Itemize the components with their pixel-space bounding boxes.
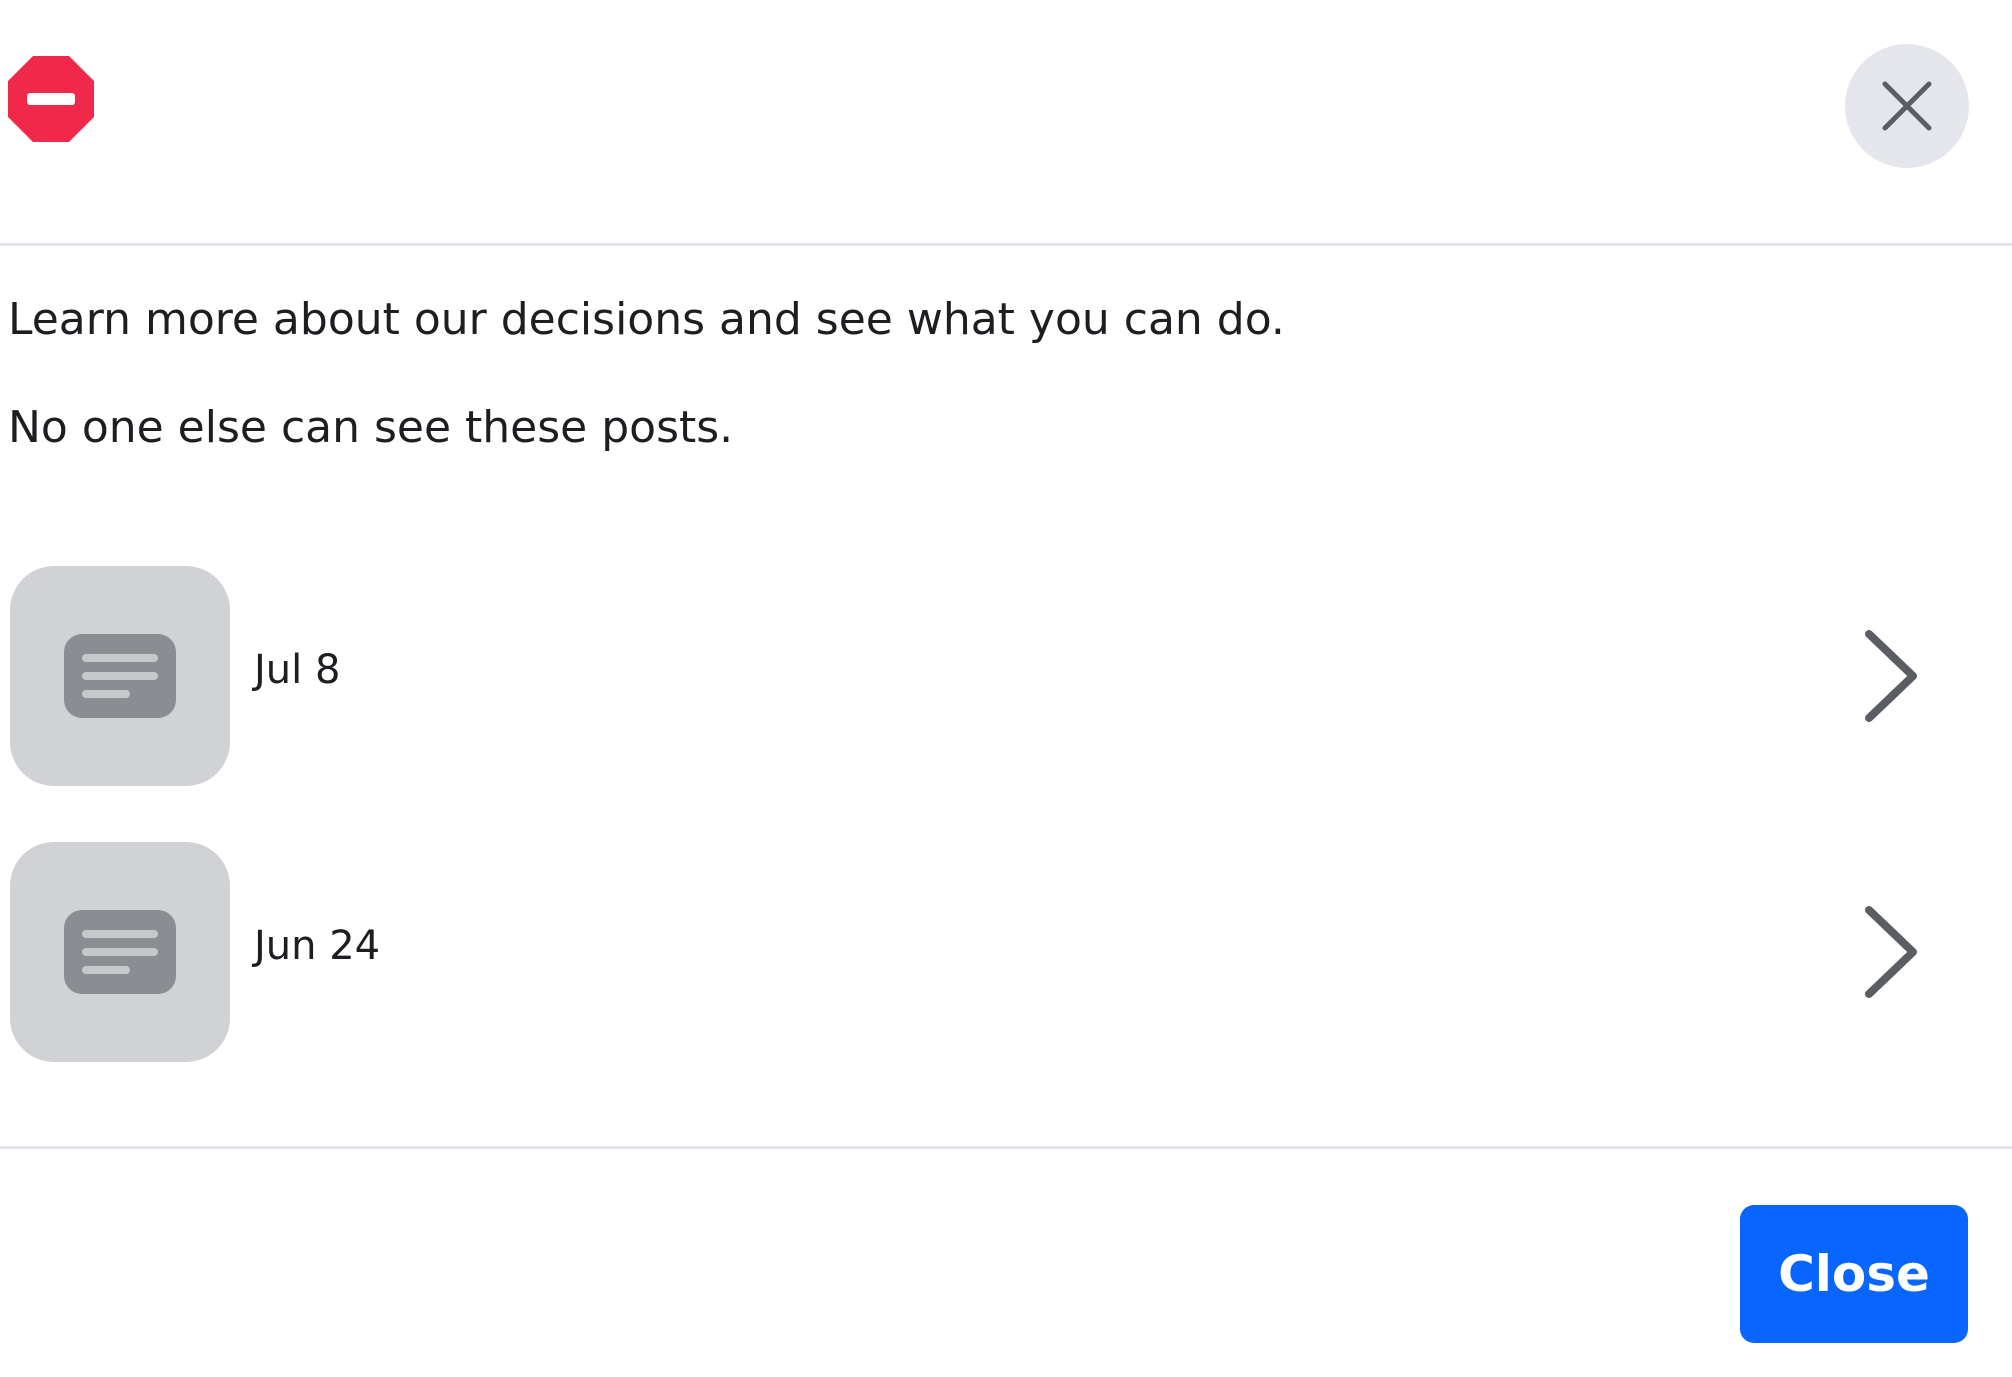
chevron-right-icon[interactable]	[1855, 624, 1925, 728]
post-thumbnail	[10, 566, 230, 786]
post-date: Jul 8	[254, 647, 341, 693]
post-item[interactable]: Jun 24	[0, 842, 2012, 1064]
header-divider	[0, 243, 2012, 246]
post-text-icon	[64, 910, 176, 994]
post-date: Jun 24	[254, 923, 381, 969]
post-thumbnail	[10, 842, 230, 1062]
close-icon	[1882, 81, 1932, 131]
dialog-header	[0, 0, 2012, 244]
moderation-dialog: Learn more about our decisions and see w…	[0, 0, 2012, 1377]
learn-more-text: Learn more about our decisions and see w…	[8, 294, 1285, 345]
close-dialog-button[interactable]	[1845, 44, 1969, 168]
post-text-icon	[64, 634, 176, 718]
blocked-icon	[8, 56, 94, 142]
footer-divider	[0, 1146, 2012, 1149]
visibility-notice: No one else can see these posts.	[8, 402, 734, 453]
chevron-right-icon[interactable]	[1855, 900, 1925, 1004]
post-item[interactable]: Jul 8	[0, 566, 2012, 788]
close-button[interactable]: Close	[1740, 1205, 1968, 1343]
